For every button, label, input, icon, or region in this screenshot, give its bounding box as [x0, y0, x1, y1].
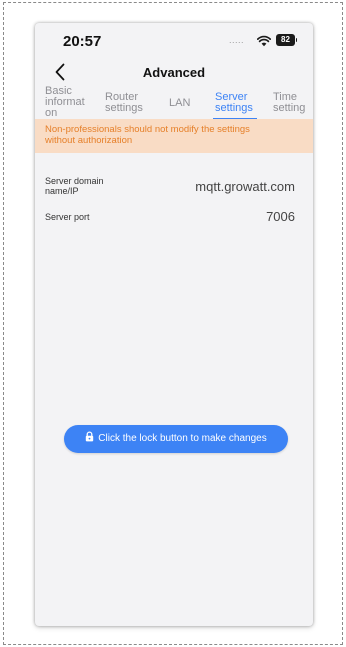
- server-port-row[interactable]: Server port 7006: [35, 209, 313, 235]
- server-domain-label: Server domain name/IP: [45, 176, 135, 196]
- wifi-icon: [257, 35, 271, 47]
- server-port-value[interactable]: 7006: [266, 209, 295, 224]
- server-domain-value[interactable]: mqtt.growatt.com: [195, 179, 295, 194]
- lock-button[interactable]: Click the lock button to make changes: [64, 425, 288, 453]
- phone-screen: 20:57 ..... 82 Advanced Basic informati …: [35, 23, 313, 626]
- page-title: Advanced: [142, 65, 206, 80]
- battery-icon: 82: [276, 34, 297, 46]
- server-domain-row[interactable]: Server domain name/IP mqtt.growatt.com: [35, 173, 313, 205]
- tab-label-line: setting: [273, 102, 306, 114]
- lock-button-label: Click the lock button to make changes: [98, 433, 267, 444]
- tab-label-line: settings: [105, 102, 143, 114]
- warning-text-line: Non-professionals should not modify the …: [45, 124, 250, 135]
- label-line: name/IP: [45, 186, 79, 196]
- warning-text-line: without authorization: [45, 135, 133, 146]
- tab-label-line: on: [45, 107, 58, 119]
- cellular-signal-icon: .....: [229, 35, 245, 45]
- warning-banner: Non-professionals should not modify the …: [35, 119, 313, 153]
- tab-label-line: settings: [215, 102, 253, 114]
- tab-bar: Basic informati on Router settings LAN S…: [35, 86, 313, 120]
- nav-bar: Advanced: [35, 59, 313, 87]
- tab-basic-information[interactable]: Basic informati on: [45, 86, 85, 118]
- server-port-label: Server port: [45, 212, 90, 222]
- lock-icon: [86, 431, 94, 442]
- status-bar: 20:57 ..... 82: [35, 23, 313, 59]
- status-time: 20:57: [63, 33, 102, 50]
- label-line: Server domain: [45, 176, 104, 186]
- tab-label-line: LAN: [169, 98, 191, 109]
